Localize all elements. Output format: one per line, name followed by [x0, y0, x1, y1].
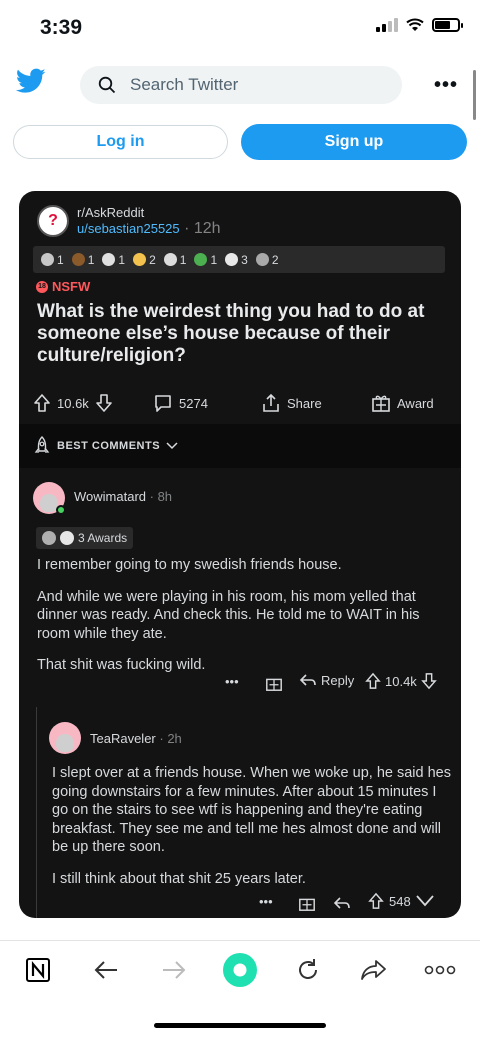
twitter-bird-icon[interactable] [16, 68, 46, 94]
award-icon [42, 531, 56, 545]
toolbar-divider [0, 940, 480, 941]
post-title[interactable]: What is the weirdest thing you had to do… [37, 301, 437, 367]
status-time: 3:39 [40, 16, 83, 39]
subreddit-name: r/AskReddit [77, 204, 145, 220]
upvote-icon[interactable] [368, 892, 384, 910]
post-time: · 12h [184, 219, 221, 237]
comment-vote: 10.4k [365, 672, 437, 690]
share-button[interactable]: Share [261, 393, 322, 413]
share-arrow-icon[interactable] [356, 952, 392, 988]
comment-count: 5274 [179, 395, 208, 411]
award-icon [372, 395, 390, 412]
embedded-image[interactable]: ? r/AskReddit u/sebastian25525 · 12h 1 1… [19, 191, 461, 918]
comment-author[interactable]: Wowimatard · 8h [74, 489, 172, 504]
comment-actions: ••• Reply 10.4k [19, 672, 461, 696]
award-item: 3 [225, 253, 248, 267]
scrollbar[interactable] [473, 70, 476, 120]
twitter-header: Search Twitter ••• [0, 60, 480, 114]
award-item: 1 [41, 253, 64, 267]
post-actions: 10.6k 5274 Share Award [19, 388, 461, 418]
comment-vote: 548 [368, 892, 434, 910]
comment-author[interactable]: TeaRaveler · 2h [90, 731, 182, 746]
comment: Wowimatard · 8h 3 Awards I remember goin… [19, 476, 461, 706]
post-vote-count: 10.6k [57, 395, 89, 411]
browser-toolbar [0, 944, 480, 994]
award-icon[interactable] [265, 674, 283, 692]
post-vote: 10.6k [33, 393, 113, 413]
status-icons [376, 18, 463, 32]
home-indicator[interactable] [154, 1023, 326, 1028]
signup-button[interactable]: Sign up [241, 124, 467, 160]
home-icon[interactable] [222, 952, 258, 988]
post-header: ? r/AskReddit u/sebastian25525 · 12h [37, 201, 221, 241]
wifi-icon [406, 18, 424, 31]
reply-icon[interactable] [333, 895, 351, 911]
comment-awards: 3 Awards [36, 527, 134, 549]
nsfw-badge: 18 NSFW [36, 279, 90, 294]
award-item: 2 [255, 253, 279, 267]
comments-button[interactable]: 5274 [153, 393, 208, 413]
reload-icon[interactable] [290, 952, 326, 988]
more-options-button[interactable]: ••• [225, 674, 239, 689]
search-input[interactable]: Search Twitter [80, 66, 402, 104]
auth-bar: Log in Sign up [0, 124, 480, 160]
award-button[interactable]: Award [371, 393, 434, 413]
downvote-icon[interactable] [95, 393, 113, 413]
award-item: 1 [163, 253, 186, 267]
avatar[interactable] [49, 722, 81, 754]
award-label: Award [397, 395, 434, 411]
chevron-down-icon [166, 442, 178, 450]
award-icon[interactable] [298, 894, 316, 912]
comment-icon [155, 395, 171, 412]
comment: TeaRaveler · 2h I slept over at a friend… [19, 717, 461, 918]
signal-icon [376, 18, 398, 32]
comment-body: I slept over at a friends house. When we… [52, 765, 451, 887]
sort-label: BEST COMMENTS [57, 440, 161, 452]
more-menu-icon[interactable] [422, 952, 458, 988]
share-label: Share [287, 395, 322, 411]
share-icon [263, 393, 279, 412]
back-icon[interactable] [88, 952, 124, 988]
subreddit-avatar: ? [37, 205, 69, 237]
downvote-icon[interactable] [421, 672, 437, 690]
post-author: u/sebastian25525 [77, 220, 180, 236]
award-item: 1 [194, 253, 217, 267]
nsfw-icon: 18 [36, 280, 48, 293]
battery-icon [432, 18, 463, 32]
award-item: 1 [102, 253, 125, 267]
login-button[interactable]: Log in [13, 125, 228, 159]
more-options-button[interactable]: ••• [259, 894, 273, 909]
comment-body: I remember going to my swedish friends h… [37, 557, 420, 673]
reply-button[interactable]: Reply [299, 672, 354, 688]
award-item: 2 [133, 253, 156, 267]
post-meta: r/AskReddit u/sebastian25525 · 12h [77, 205, 221, 238]
sort-comments-button[interactable]: BEST COMMENTS [19, 424, 461, 468]
reply-icon [299, 674, 316, 686]
more-options-button[interactable]: ••• [434, 74, 458, 97]
comment-actions: ••• 548 [19, 892, 461, 916]
award-item: 1 [71, 253, 94, 267]
upvote-icon[interactable] [33, 393, 51, 413]
forward-icon[interactable] [156, 952, 192, 988]
notion-icon[interactable] [20, 952, 56, 988]
chevron-down-icon[interactable] [416, 895, 434, 907]
rocket-icon [34, 436, 50, 453]
status-bar: 3:39 [0, 0, 480, 56]
post-awards-strip: 1 1 1 2 1 1 3 2 [33, 246, 445, 273]
upvote-icon[interactable] [365, 672, 381, 690]
search-icon [98, 76, 116, 94]
online-indicator [56, 505, 66, 515]
award-icon [60, 531, 74, 545]
search-placeholder: Search Twitter [130, 75, 239, 94]
